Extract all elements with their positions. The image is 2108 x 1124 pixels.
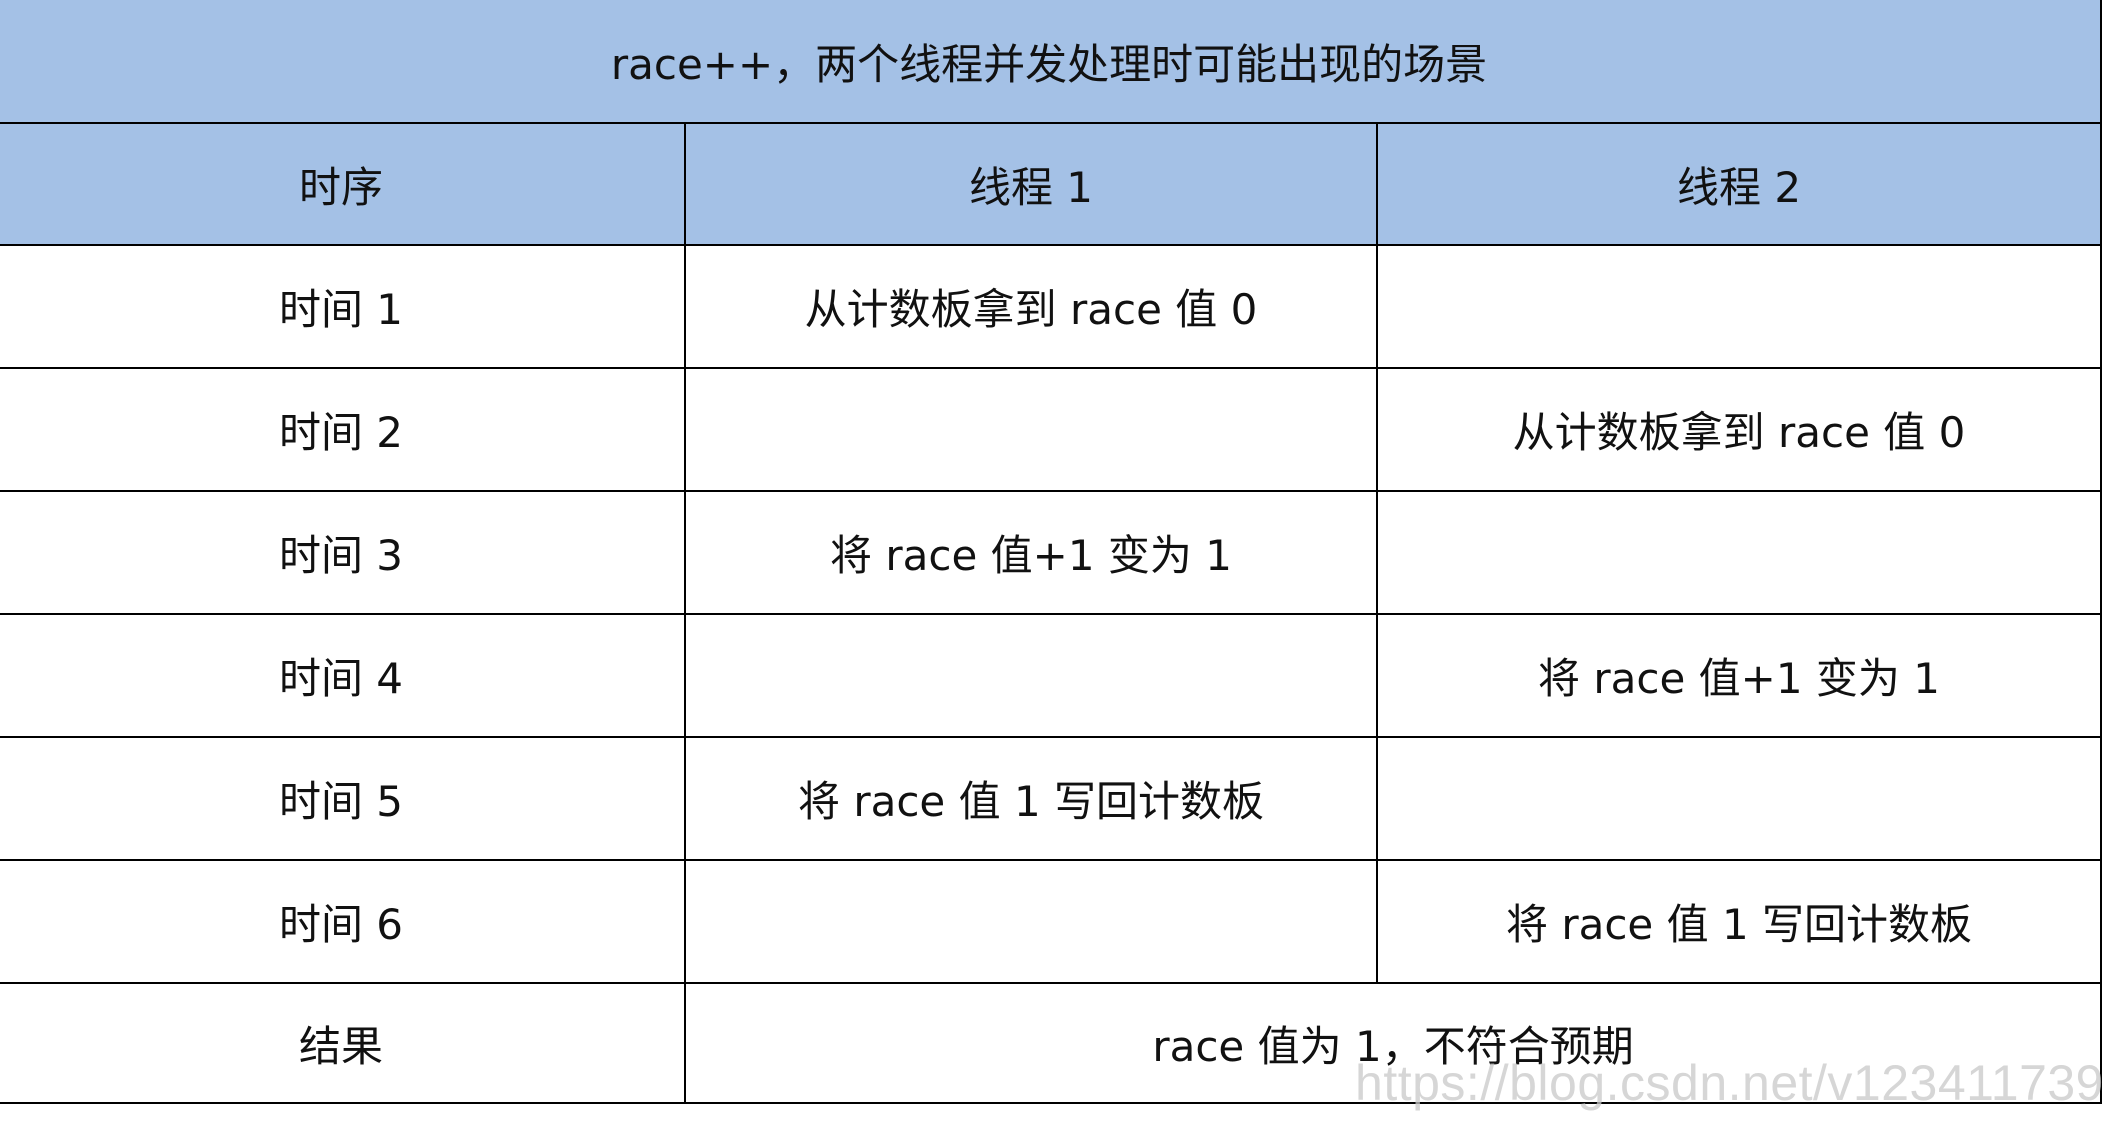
cell-thread-2: 从计数板拿到 race 值 0: [1375, 367, 2103, 492]
cell-time: 时间 6: [0, 859, 686, 984]
cell-thread-1: 从计数板拿到 race 值 0: [684, 244, 1378, 369]
header-thread-1: 线程 1: [684, 122, 1378, 246]
cell-time: 时间 3: [0, 490, 686, 615]
result-label: 结果: [0, 982, 686, 1104]
cell-thread-2: [1375, 244, 2103, 369]
cell-time: 时间 4: [0, 613, 686, 738]
cell-thread-1: 将 race 值+1 变为 1: [684, 490, 1378, 615]
result-value: race 值为 1，不符合预期: [683, 982, 2103, 1104]
table-row: 时间 2 从计数板拿到 race 值 0: [0, 367, 2103, 492]
cell-time: 时间 5: [0, 736, 686, 861]
table-result-row: 结果 race 值为 1，不符合预期: [0, 982, 2103, 1104]
race-condition-table-container: race++，两个线程并发处理时可能出现的场景 时序 线程 1 线程 2 时间 …: [0, 0, 2104, 1104]
cell-thread-2: [1375, 490, 2103, 615]
table-row: 时间 6 将 race 值 1 写回计数板: [0, 859, 2103, 984]
cell-thread-1: [684, 859, 1378, 984]
cell-thread-1: [684, 613, 1378, 738]
header-thread-2: 线程 2: [1375, 122, 2103, 246]
cell-time: 时间 1: [0, 244, 686, 369]
table-row: 时间 4 将 race 值+1 变为 1: [0, 613, 2103, 738]
table-row: 时间 5 将 race 值 1 写回计数板: [0, 736, 2103, 861]
cell-thread-2: 将 race 值+1 变为 1: [1375, 613, 2103, 738]
cell-thread-2: [1375, 736, 2103, 861]
cell-thread-1: 将 race 值 1 写回计数板: [684, 736, 1378, 861]
table-title: race++，两个线程并发处理时可能出现的场景: [0, 0, 2103, 124]
table-title-row: race++，两个线程并发处理时可能出现的场景: [0, 0, 2103, 124]
cell-thread-2: 将 race 值 1 写回计数板: [1375, 859, 2103, 984]
cell-thread-1: [684, 367, 1378, 492]
header-time: 时序: [0, 122, 686, 246]
cell-time: 时间 2: [0, 367, 686, 492]
table-row: 时间 1 从计数板拿到 race 值 0: [0, 244, 2103, 369]
race-condition-table: race++，两个线程并发处理时可能出现的场景 时序 线程 1 线程 2 时间 …: [0, 0, 2103, 1104]
table-header-row: 时序 线程 1 线程 2: [0, 122, 2103, 246]
table-row: 时间 3 将 race 值+1 变为 1: [0, 490, 2103, 615]
